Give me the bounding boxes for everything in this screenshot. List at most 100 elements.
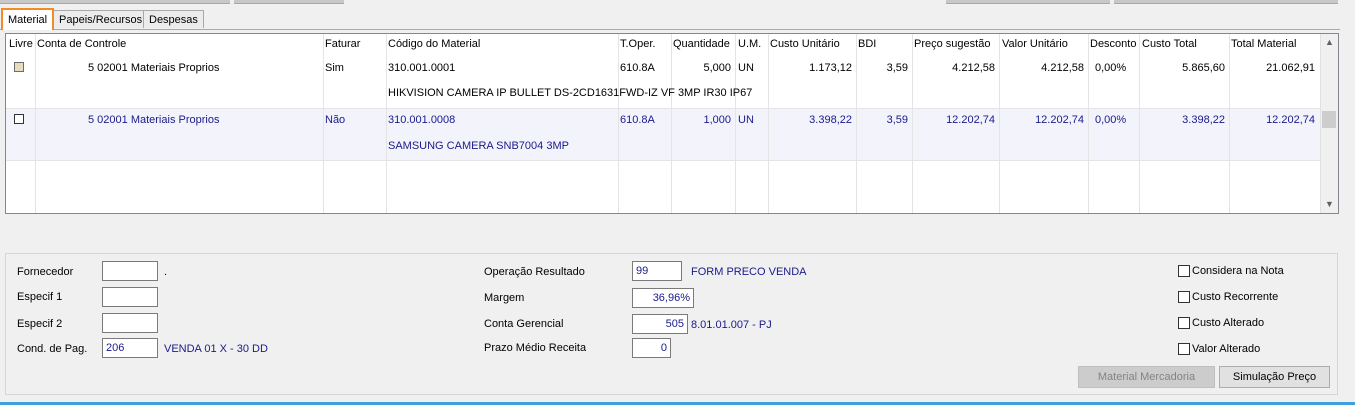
column-divider — [1139, 34, 1140, 213]
cell-bdi: 3,59 — [886, 62, 908, 74]
cell-descricao: SAMSUNG CAMERA SNB7004 3MP — [388, 140, 569, 152]
operacao-resultado-label: Operação Resultado — [484, 266, 585, 278]
valor-alterado-label[interactable]: Valor Alterado — [1192, 343, 1260, 355]
header-faturar[interactable]: Faturar — [325, 38, 360, 50]
especif1-label: Especif 1 — [17, 291, 63, 303]
column-divider — [671, 34, 672, 213]
especif2-field[interactable] — [102, 313, 158, 333]
cell-desconto: 0,00% — [1095, 62, 1127, 74]
cell-desconto: 0,00% — [1095, 114, 1127, 126]
cell-conta: 5 02001 Materiais Proprios — [88, 62, 220, 74]
custo-recorrente-label[interactable]: Custo Recorrente — [1192, 291, 1278, 303]
cell-custo-unitario: 1.173,12 — [809, 62, 852, 74]
cell-total-material: 12.202,74 — [1266, 114, 1315, 126]
column-divider — [735, 34, 736, 213]
cell-toper: 610.8A — [620, 114, 655, 126]
tab-papeis-recursos[interactable]: Papeis/Recursos — [53, 10, 149, 28]
column-divider — [1088, 34, 1089, 213]
header-valor-unitario[interactable]: Valor Unitário — [1002, 38, 1068, 50]
cell-codigo: 310.001.0008 — [388, 114, 456, 126]
scroll-down-icon[interactable]: ▼ — [1321, 196, 1338, 213]
column-divider — [35, 34, 36, 213]
column-divider — [386, 34, 387, 213]
row-separator — [6, 108, 1321, 109]
tab-despesas[interactable]: Despesas — [143, 10, 204, 28]
cell-toper: 610.8A — [620, 62, 655, 74]
margem-label: Margem — [484, 292, 525, 304]
valor-alterado-checkbox[interactable] — [1178, 343, 1190, 355]
header-custo-unitario[interactable]: Custo Unitário — [770, 38, 840, 50]
material-mercadoria-button[interactable]: Material Mercadoria — [1078, 366, 1215, 388]
header-bdi[interactable]: BDI — [858, 38, 876, 50]
header-livre[interactable]: Livre — [9, 38, 33, 50]
fornecedor-label: Fornecedor — [17, 266, 74, 278]
especif2-label: Especif 2 — [17, 318, 63, 330]
cell-descricao: HIKVISION CAMERA IP BULLET DS-2CD1631FWD… — [388, 87, 753, 99]
cell-faturar: Não — [325, 114, 346, 126]
simulacao-preco-button[interactable]: Simulação Preço — [1219, 366, 1330, 388]
especif1-field[interactable] — [102, 287, 158, 307]
header-quantidade[interactable]: Quantidade — [673, 38, 730, 50]
column-divider — [323, 34, 324, 213]
custo-alterado-checkbox[interactable] — [1178, 317, 1190, 329]
header-toper[interactable]: T.Oper. — [620, 38, 655, 50]
header-preco-sugestao[interactable]: Preço sugestão — [914, 38, 990, 50]
cell-codigo: 310.001.0001 — [388, 62, 456, 74]
livre-checkbox[interactable] — [14, 114, 24, 124]
conta-gerencial-label: Conta Gerencial — [484, 318, 564, 330]
header-custo-total[interactable]: Custo Total — [1142, 38, 1197, 50]
cell-faturar: Sim — [325, 62, 344, 74]
cell-valor-unitario: 4.212,58 — [1041, 62, 1084, 74]
margem-field[interactable]: 36,96% — [632, 288, 694, 308]
cell-custo-total: 3.398,22 — [1182, 114, 1225, 126]
tab-divider — [0, 29, 1340, 30]
considera-nota-checkbox[interactable] — [1178, 265, 1190, 277]
top-toolbar-strip — [0, 0, 1355, 4]
material-grid[interactable]: Livre Conta de Controle Faturar Código d… — [5, 33, 1339, 214]
considera-nota-label[interactable]: Considera na Nota — [1192, 265, 1284, 277]
cell-custo-unitario: 3.398,22 — [809, 114, 852, 126]
operacao-resultado-field[interactable]: 99 — [632, 261, 682, 281]
column-divider — [999, 34, 1000, 213]
cell-conta: 5 02001 Materiais Proprios — [88, 114, 220, 126]
prazo-medio-label: Prazo Médio Receita — [484, 342, 587, 354]
cell-custo-total: 5.865,60 — [1182, 62, 1225, 74]
header-codigo-material[interactable]: Código do Material — [388, 38, 480, 50]
cell-valor-unitario: 12.202,74 — [1035, 114, 1084, 126]
custo-alterado-label[interactable]: Custo Alterado — [1192, 317, 1264, 329]
cond-pag-description: VENDA 01 X - 30 DD — [164, 343, 268, 355]
column-divider — [618, 34, 619, 213]
row-separator — [6, 160, 1321, 161]
conta-gerencial-field[interactable]: 505 — [632, 314, 688, 334]
cell-preco-sugestao: 12.202,74 — [946, 114, 995, 126]
column-divider — [768, 34, 769, 213]
cell-preco-sugestao: 4.212,58 — [952, 62, 995, 74]
cell-total-material: 21.062,91 — [1266, 62, 1315, 74]
scroll-up-icon[interactable]: ▲ — [1321, 34, 1338, 51]
livre-checkbox[interactable] — [14, 62, 24, 72]
prazo-medio-field[interactable]: 0 — [632, 338, 671, 358]
column-divider — [912, 34, 913, 213]
tab-bar: Material Papeis/Recursos Despesas — [0, 8, 1355, 30]
cell-quantidade: 5,000 — [703, 62, 731, 74]
header-total-material[interactable]: Total Material — [1231, 38, 1296, 50]
custo-recorrente-checkbox[interactable] — [1178, 291, 1190, 303]
header-desconto[interactable]: Desconto — [1090, 38, 1136, 50]
cell-quantidade: 1,000 — [703, 114, 731, 126]
header-um[interactable]: U.M. — [738, 38, 761, 50]
scrollbar-thumb[interactable] — [1322, 111, 1336, 128]
fornecedor-field[interactable] — [102, 261, 158, 281]
conta-gerencial-description: 8.01.01.007 - PJ — [691, 319, 772, 331]
cond-pag-label: Cond. de Pag. — [17, 343, 88, 355]
vertical-scrollbar[interactable]: ▲ ▼ — [1320, 34, 1338, 213]
details-panel: Fornecedor . Especif 1 Especif 2 Cond. d… — [5, 253, 1338, 395]
cond-pag-field[interactable]: 206 — [102, 338, 158, 358]
cell-um: UN — [738, 114, 754, 126]
fornecedor-description: . — [164, 266, 168, 278]
cell-bdi: 3,59 — [886, 114, 908, 126]
cell-um: UN — [738, 62, 754, 74]
column-divider — [1229, 34, 1230, 213]
operacao-resultado-description: FORM PRECO VENDA — [691, 266, 807, 278]
tab-material[interactable]: Material — [1, 8, 55, 30]
header-conta-controle[interactable]: Conta de Controle — [37, 38, 126, 50]
